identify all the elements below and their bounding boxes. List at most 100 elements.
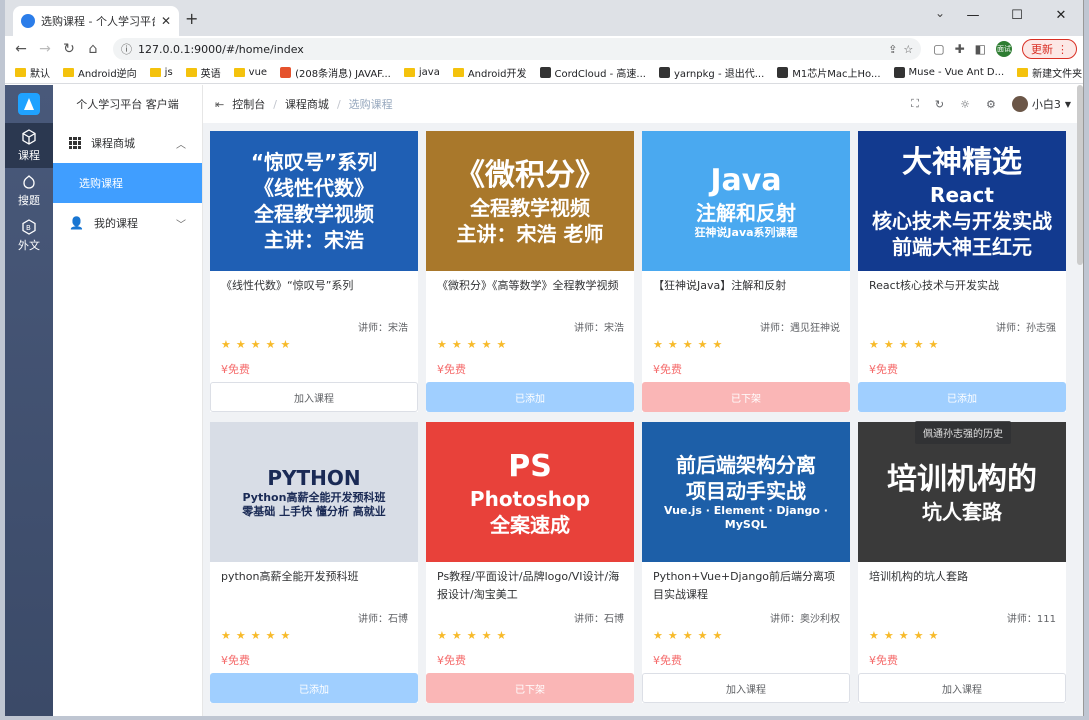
maximize-button[interactable]: ☐ xyxy=(995,0,1039,30)
course-teacher: 讲师：石博 xyxy=(574,614,624,625)
bookmark-item[interactable]: Android逆向 xyxy=(63,65,137,80)
course-card[interactable]: PYTHON Python高薪全能开发预科班 零基础 上手快 懂分析 高就业 pyth… xyxy=(210,422,418,703)
profile-avatar[interactable]: 面试 xyxy=(996,41,1012,57)
close-tab-icon[interactable]: ✕ xyxy=(161,14,171,28)
breadcrumb-mall[interactable]: 课程商城 xyxy=(285,96,329,112)
course-card[interactable]: 《微积分》 全程教学视频 主讲：宋浩 老师《微积分》《高等数学》全程教学视频讲师：宋… xyxy=(426,131,634,412)
grid-icon xyxy=(69,137,81,149)
rail-item-label: 搜题 xyxy=(18,193,40,207)
breadcrumb-console[interactable]: 控制台 xyxy=(232,96,265,112)
course-grid: “惊叹号”系列 《线性代数》 全程教学视频 主讲：宋浩《线性代数》“惊叹号”系列讲师：… xyxy=(210,131,1066,703)
menu-label: 我的课程 xyxy=(93,217,138,230)
site-info-icon[interactable]: ⓘ xyxy=(121,41,132,57)
course-action-button[interactable]: 已下架 xyxy=(642,382,850,412)
course-action-button[interactable]: 已下架 xyxy=(426,673,634,703)
bookmark-label: 新建文件夹 xyxy=(1032,69,1083,80)
theme-icon[interactable]: ☼ xyxy=(960,98,970,111)
bookmark-item[interactable]: M1芯片Mac上Ho... xyxy=(777,65,881,80)
tab-strip: 选购课程 - 个人学习平台 客户端 ✕ + ⌄ — ☐ ✕ xyxy=(5,0,1083,36)
course-action-button[interactable]: 加入课程 xyxy=(858,673,1066,703)
bookmark-item[interactable]: Muse - Vue Ant D... xyxy=(893,67,1004,78)
bookmark-item[interactable]: vue xyxy=(233,67,267,78)
rail-item-foreign[interactable]: B 外文 xyxy=(5,213,53,258)
bookmark-item[interactable]: 新建文件夹 xyxy=(1017,65,1082,80)
bookmark-item[interactable]: CordCloud - 高速... xyxy=(539,65,646,80)
course-card[interactable]: 大神精选 React 核心技术与开发实战 前端大神王红元 React核心技术与开发实战讲… xyxy=(858,131,1066,412)
user-name: 小白3 xyxy=(1031,98,1061,111)
course-action-button[interactable]: 已添加 xyxy=(858,382,1066,412)
back-button[interactable]: ← xyxy=(11,39,31,59)
reload-button[interactable]: ↻ xyxy=(59,39,79,59)
course-card[interactable]: “惊叹号”系列 《线性代数》 全程教学视频 主讲：宋浩 《线性代数》“惊叹号”系列 讲师：… xyxy=(210,131,418,412)
folder-icon xyxy=(149,68,161,77)
course-action-button[interactable]: 已添加 xyxy=(426,382,634,412)
avatar xyxy=(1011,96,1028,112)
url-text[interactable]: 127.0.0.1:9000/#/home/index xyxy=(138,43,882,56)
close-window-button[interactable]: ✕ xyxy=(1039,0,1083,30)
sidepanel-icon[interactable]: ◧ xyxy=(975,42,986,56)
course-teacher: 讲师：宋浩 xyxy=(574,323,624,334)
update-button[interactable]: 更新 ⋮ xyxy=(1022,39,1077,59)
course-thumbnail[interactable]: 大神精选 React 核心技术与开发实战 前端大神王红元 xyxy=(858,131,1066,271)
course-teacher: 讲师：奥沙利权 xyxy=(770,614,840,625)
icon-rail: 课程 搜题 B 外文 xyxy=(5,85,53,716)
thumbnail-text: PS xyxy=(508,448,552,484)
course-action-button[interactable]: 加入课程 xyxy=(642,673,850,703)
thumbnail-text: 坑人套路 xyxy=(922,499,1002,524)
bookmark-star-icon[interactable]: ☆ xyxy=(903,43,913,56)
forward-button[interactable]: → xyxy=(35,39,55,59)
bookmark-item[interactable]: yarnpkg - 退出代... xyxy=(658,65,764,80)
course-title: Ps教程/平面设计/品牌logo/VI设计/海报设计/淘宝美工 xyxy=(437,570,620,601)
course-thumbnail[interactable]: 前后端架构分离 项目动手实战 Vue.js · Element · Django ·… xyxy=(642,422,850,562)
menu-course-mall[interactable]: 课程商城 ︿ xyxy=(53,123,202,163)
extension-icon[interactable]: ▢ xyxy=(933,42,944,56)
course-card[interactable]: PS Photoshop 全案速成 Ps教程/平面设计/品牌logo/VI设计/海报设… xyxy=(426,422,634,703)
course-card[interactable]: Java 注解和反射 狂神说Java系列课程 【狂神说Java】注解和反射 讲师：遇见狂… xyxy=(642,131,850,412)
course-thumbnail[interactable]: PS Photoshop 全案速成 xyxy=(426,422,634,562)
site-icon xyxy=(777,67,789,78)
settings-icon[interactable]: ⚙ xyxy=(986,98,996,111)
rail-item-course[interactable]: 课程 xyxy=(5,123,53,168)
course-card[interactable]: 前后端架构分离 项目动手实战 Vue.js · Element · Django ·… xyxy=(642,422,850,703)
course-thumbnail[interactable]: PYTHON Python高薪全能开发预科班 零基础 上手快 懂分析 高就业 xyxy=(210,422,418,562)
thumbnail-text: 主讲：宋浩 xyxy=(264,228,364,252)
browser-window: 选购课程 - 个人学习平台 客户端 ✕ + ⌄ — ☐ ✕ ← → ↻ ⌂ ⓘ … xyxy=(5,0,1084,716)
puzzle-icon[interactable]: ✚ xyxy=(955,42,965,56)
new-tab-button[interactable]: + xyxy=(185,9,198,28)
course-title: 《微积分》《高等数学》全程教学视频 xyxy=(437,279,619,292)
bookmark-item[interactable]: (208条消息) JAVAF... xyxy=(280,65,391,80)
course-thumbnail[interactable]: “惊叹号”系列 《线性代数》 全程教学视频 主讲：宋浩 xyxy=(210,131,418,271)
tab-search-icon[interactable]: ⌄ xyxy=(935,6,945,20)
address-bar[interactable]: ⓘ 127.0.0.1:9000/#/home/index ⇪ ☆ xyxy=(113,38,922,60)
course-action-button[interactable]: 加入课程 xyxy=(210,382,418,412)
course-thumbnail[interactable]: 《微积分》 全程教学视频 主讲：宋浩 老师 xyxy=(426,131,634,271)
chevron-up-icon: ︿ xyxy=(176,139,186,151)
fullscreen-icon[interactable]: ⛶ xyxy=(911,97,919,111)
bookmark-item[interactable]: 英语 xyxy=(185,65,221,80)
course-card[interactable]: 培训机构的 坑人套路 培训机构的坑人套路 讲师：111 ★★★★★ ¥免费 加入课程 xyxy=(858,422,1066,703)
thumbnail-text: 前端大神王红元 xyxy=(892,234,1032,259)
menu-select-course[interactable]: 选购课程 xyxy=(53,163,202,203)
bookmark-item[interactable]: Android开发 xyxy=(452,65,527,80)
home-button[interactable]: ⌂ xyxy=(83,39,103,59)
course-action-button[interactable]: 已添加 xyxy=(210,673,418,703)
scrollbar[interactable] xyxy=(1077,85,1083,265)
minimize-button[interactable]: — xyxy=(951,0,995,30)
course-thumbnail[interactable]: Java 注解和反射 狂神说Java系列课程 xyxy=(642,131,850,271)
user-menu[interactable]: 小白3 ▼ xyxy=(1011,96,1071,112)
course-price: ¥免费 xyxy=(437,654,466,667)
update-label: 更新 xyxy=(1031,43,1053,56)
browser-tab[interactable]: 选购课程 - 个人学习平台 客户端 ✕ xyxy=(13,6,179,36)
bookmark-item[interactable]: java xyxy=(403,67,440,78)
collapse-menu-icon[interactable]: ⇤ xyxy=(215,98,224,111)
course-title: 《线性代数》“惊叹号”系列 xyxy=(221,279,354,292)
bookmark-item[interactable]: 默认 xyxy=(15,65,50,80)
rail-item-search[interactable]: 搜题 xyxy=(5,168,53,213)
csdn-icon xyxy=(280,67,292,78)
bookmark-item[interactable]: js xyxy=(149,67,173,78)
refresh-icon[interactable]: ↻ xyxy=(935,98,944,111)
share-icon[interactable]: ⇪ xyxy=(888,43,897,56)
sidebar: 个人学习平台 客户端 课程商城 ︿ 选购课程 👤 我的课程 ﹀ xyxy=(53,85,203,716)
menu-my-course[interactable]: 👤 我的课程 ﹀ xyxy=(53,203,202,243)
bookmark-label: Android开发 xyxy=(467,69,527,80)
